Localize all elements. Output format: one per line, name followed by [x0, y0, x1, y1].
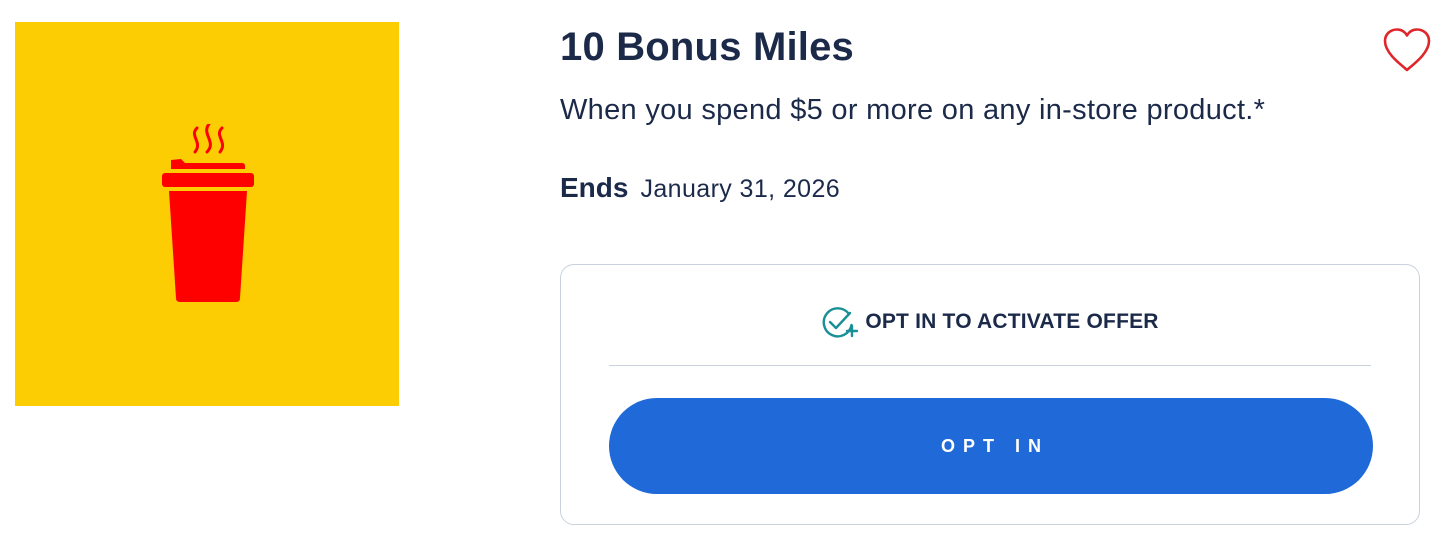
favorite-button[interactable] — [1381, 26, 1433, 74]
coffee-cup-icon — [162, 124, 254, 302]
offer-title: 10 Bonus Miles — [560, 25, 854, 69]
ends-date: January 31, 2026 — [640, 175, 841, 203]
ends-label: Ends — [560, 172, 629, 203]
optin-heading-text: OPT IN TO ACTIVATE OFFER — [865, 310, 1159, 333]
opt-in-button[interactable]: OPT IN — [609, 398, 1373, 494]
optin-heading: OPT IN TO ACTIVATE OFFER — [561, 305, 1419, 339]
offer-expiration: Ends January 31, 2026 — [560, 172, 840, 204]
divider — [609, 365, 1371, 366]
heart-outline-icon — [1383, 28, 1431, 72]
offer-image — [15, 22, 399, 406]
offer-detail: 10 Bonus Miles When you spend $5 or more… — [0, 0, 1446, 546]
optin-card: OPT IN TO ACTIVATE OFFER OPT IN — [560, 264, 1420, 525]
check-circle-plus-icon — [822, 307, 859, 338]
offer-description: When you spend $5 or more on any in-stor… — [560, 94, 1266, 126]
